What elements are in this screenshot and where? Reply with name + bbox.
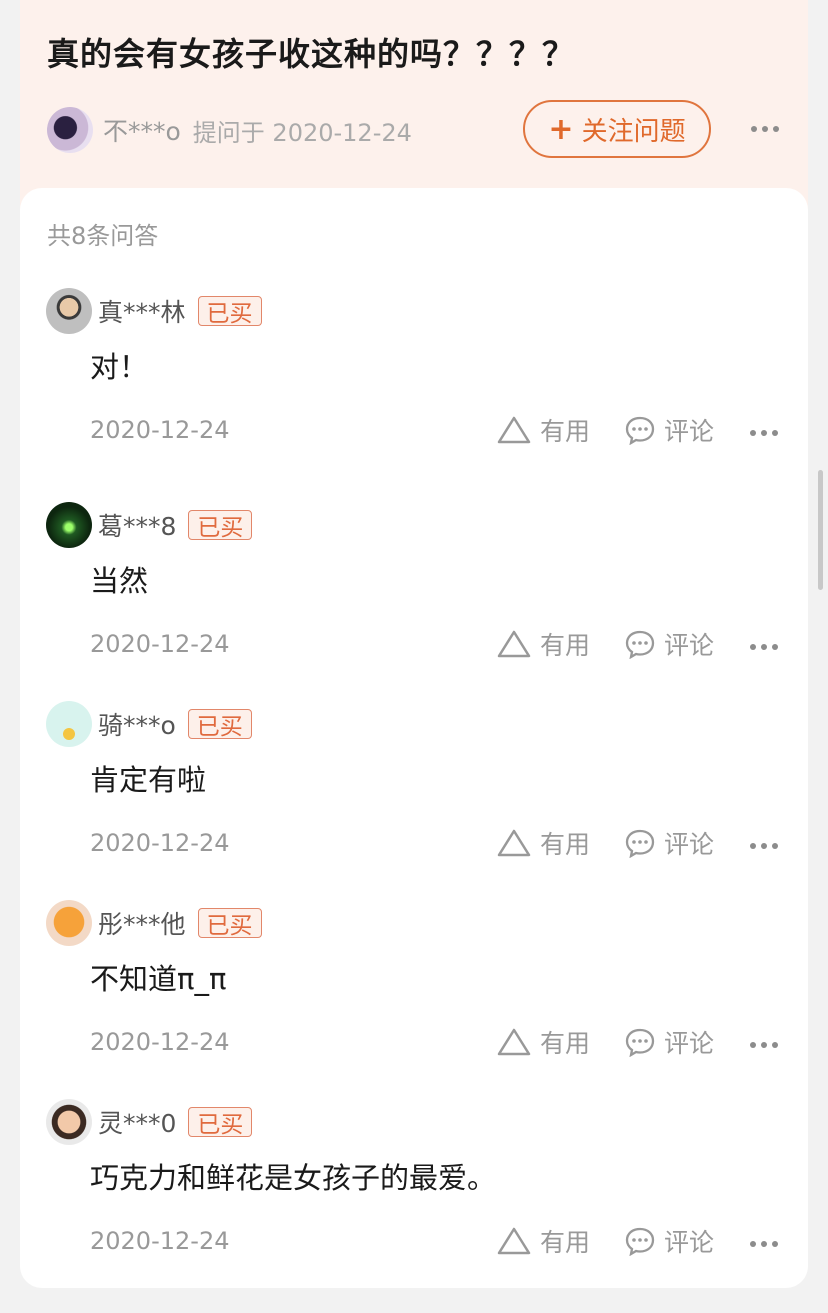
- more-icon[interactable]: [750, 430, 778, 436]
- comment-label: 评论: [664, 417, 715, 446]
- answer-item: 真***林 已买 对！ 2020-12-24 有用 评论: [20, 288, 808, 488]
- answer-text: 不知道π_π: [90, 962, 227, 996]
- triangle-useful-icon: [497, 630, 531, 658]
- more-icon[interactable]: [751, 126, 779, 132]
- comment-bubble-icon: [625, 1028, 655, 1057]
- answer-date: 2020-12-24: [90, 1028, 230, 1056]
- triangle-useful-icon: [497, 1028, 531, 1056]
- useful-button[interactable]: 有用: [496, 825, 590, 861]
- asker-name: 不***o: [103, 117, 181, 146]
- answer-item: 灵***0 已买 巧克力和鲜花是女孩子的最爱。 2020-12-24 有用 评论: [20, 1099, 808, 1299]
- triangle-useful-icon: [497, 829, 531, 857]
- comment-button[interactable]: 评论: [624, 412, 714, 448]
- comment-label: 评论: [664, 631, 715, 660]
- answer-text: 当然: [90, 564, 149, 598]
- avatar[interactable]: [46, 288, 92, 334]
- more-icon[interactable]: [750, 1042, 778, 1048]
- useful-label: 有用: [540, 1228, 591, 1257]
- purchased-badge: 已买: [188, 510, 253, 541]
- purchased-badge: 已买: [188, 1107, 253, 1138]
- avatar[interactable]: [46, 1099, 92, 1145]
- answerer-name: 彤***他: [98, 910, 186, 939]
- answer-date: 2020-12-24: [90, 416, 230, 444]
- useful-label: 有用: [540, 1029, 591, 1058]
- comment-bubble-icon: [625, 416, 655, 445]
- triangle-useful-icon: [497, 1227, 531, 1255]
- comment-bubble-icon: [625, 1227, 655, 1256]
- more-icon[interactable]: [750, 644, 778, 650]
- more-icon[interactable]: [750, 843, 778, 849]
- avatar[interactable]: [46, 701, 92, 747]
- comment-label: 评论: [664, 1228, 715, 1257]
- avatar[interactable]: [46, 900, 92, 946]
- comment-label: 评论: [664, 1029, 715, 1058]
- answer-item: 骑***o 已买 肯定有啦 2020-12-24 有用 评论: [20, 701, 808, 901]
- asked-date: 提问于 2020-12-24: [192, 118, 412, 147]
- useful-button[interactable]: 有用: [496, 1024, 590, 1060]
- more-icon[interactable]: [750, 1241, 778, 1247]
- answer-date: 2020-12-24: [90, 630, 230, 658]
- useful-label: 有用: [540, 830, 591, 859]
- answerer-name: 真***林: [98, 298, 186, 327]
- answer-item: 葛***8 已买 当然 2020-12-24 有用 评论: [20, 502, 808, 702]
- comment-button[interactable]: 评论: [624, 825, 714, 861]
- answerer-name: 葛***8: [98, 512, 177, 541]
- comment-bubble-icon: [625, 630, 655, 659]
- comment-bubble-icon: [625, 829, 655, 858]
- comment-label: 评论: [664, 830, 715, 859]
- useful-label: 有用: [540, 417, 591, 446]
- comment-button[interactable]: 评论: [624, 1024, 714, 1060]
- answers-count: 共8条问答: [47, 222, 159, 250]
- answer-text: 对！: [90, 350, 149, 384]
- avatar[interactable]: [46, 502, 92, 548]
- useful-button[interactable]: 有用: [496, 1223, 590, 1259]
- useful-button[interactable]: 有用: [496, 412, 590, 448]
- comment-button[interactable]: 评论: [624, 1223, 714, 1259]
- purchased-badge: 已买: [187, 709, 252, 740]
- answerer-name: 骑***o: [98, 711, 176, 740]
- comment-button[interactable]: 评论: [624, 626, 714, 662]
- asker-info: 不***o 提问于 2020-12-24: [47, 106, 412, 154]
- answer-item: 彤***他 已买 不知道π_π 2020-12-24 有用 评论: [20, 900, 808, 1100]
- answerer-name: 灵***0: [98, 1109, 177, 1138]
- purchased-badge: 已买: [197, 908, 262, 939]
- answer-date: 2020-12-24: [90, 1227, 230, 1255]
- answer-text: 肯定有啦: [90, 763, 207, 797]
- follow-question-button[interactable]: + 关注问题: [523, 100, 711, 158]
- asker-avatar[interactable]: [47, 107, 93, 153]
- plus-icon: +: [548, 111, 574, 147]
- answers-card: 共8条问答 真***林 已买 对！ 2020-12-24 有用 评论 葛***8…: [20, 188, 808, 1288]
- useful-button[interactable]: 有用: [496, 626, 590, 662]
- answer-date: 2020-12-24: [90, 829, 230, 857]
- triangle-useful-icon: [497, 416, 531, 444]
- follow-question-label: 关注问题: [581, 116, 686, 147]
- scrollbar[interactable]: [818, 470, 823, 590]
- question-title: 真的会有女孩子收这种的吗？？？？: [47, 35, 576, 73]
- purchased-badge: 已买: [197, 296, 262, 327]
- answer-text: 巧克力和鲜花是女孩子的最爱。: [90, 1161, 497, 1195]
- useful-label: 有用: [540, 631, 591, 660]
